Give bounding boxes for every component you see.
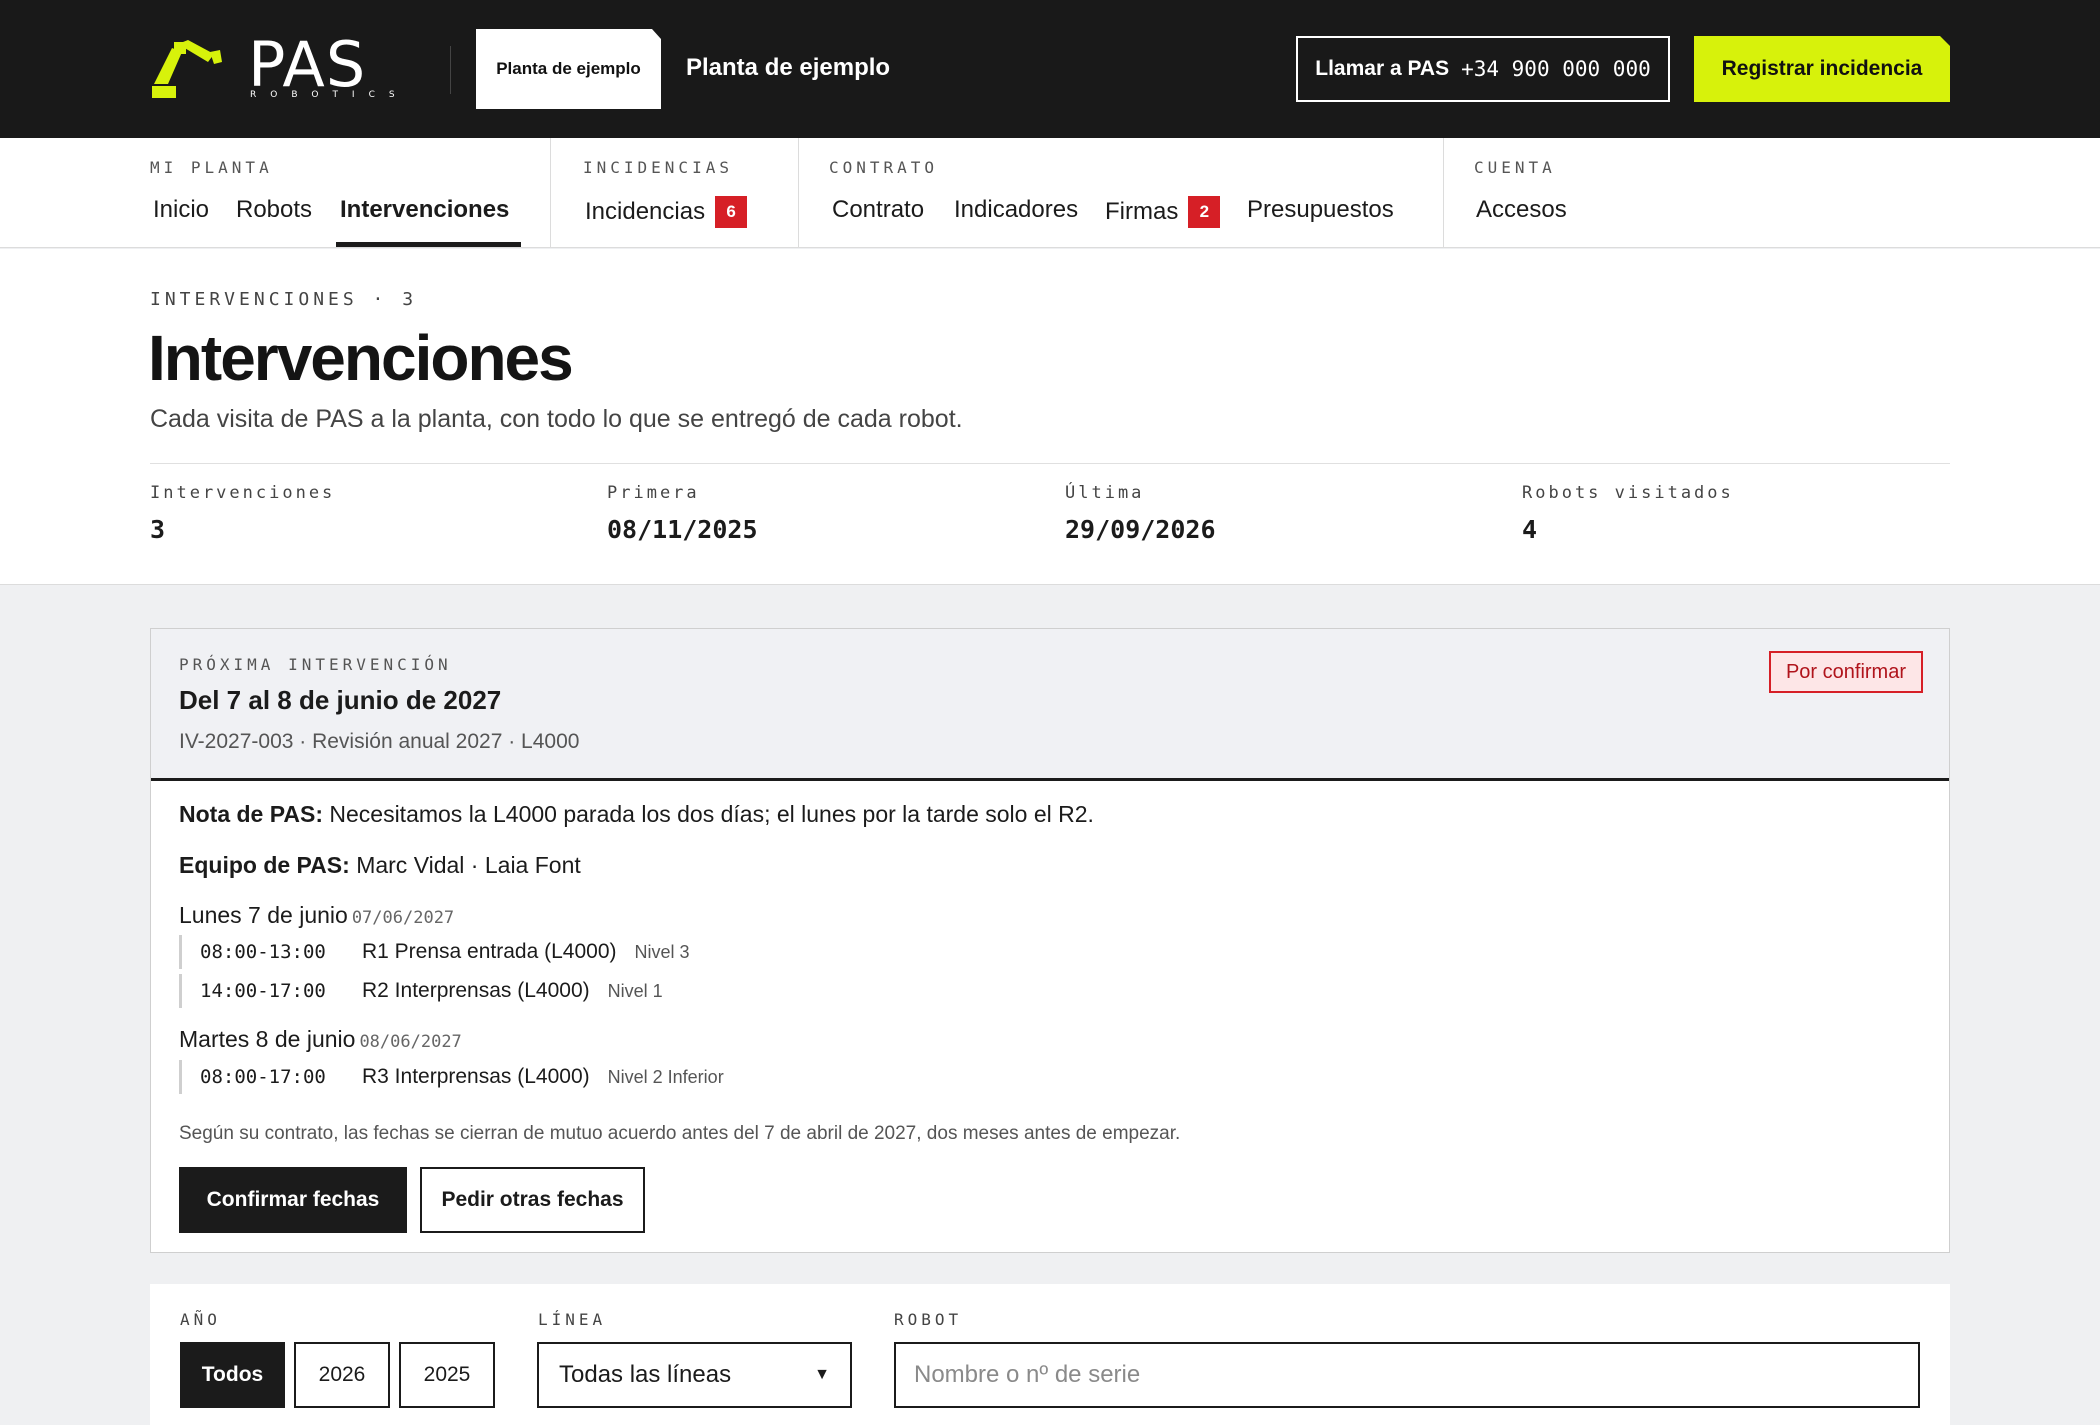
stat-value: 08/11/2025 — [607, 515, 758, 544]
nav-item-firmas[interactable]: Firmas 2 — [1105, 196, 1221, 228]
schedule-slot: 08:00-17:00 R3 Interprensas (L4000) Nive… — [179, 1060, 724, 1094]
filters-bar: AÑO Todos 2026 2025 LÍNEA Todas las líne… — [150, 1284, 1950, 1425]
nav-item-label: Firmas — [1105, 198, 1179, 225]
nav-item-label: Incidencias — [585, 198, 706, 225]
divider — [150, 463, 1950, 464]
stat-label: Última — [1065, 483, 1145, 503]
slot-level: Nivel 2 Inferior — [607, 1066, 724, 1087]
stat-label: Intervenciones — [150, 483, 336, 503]
logo-subtext: ROBOTICS — [250, 90, 409, 100]
nav-item-indicadores[interactable]: Indicadores — [954, 196, 1078, 224]
nav-group-mi-planta: MI PLANTA Inicio Robots Intervenciones — [0, 138, 550, 248]
next-intervention-card: PRÓXIMA INTERVENCIÓN Del 7 al 8 de junio… — [150, 628, 1950, 1253]
slot-time: 08:00-17:00 — [200, 1066, 326, 1088]
main-navigation: MI PLANTA Inicio Robots Intervenciones I… — [0, 138, 2100, 248]
nav-item-accesos[interactable]: Accesos — [1476, 196, 1567, 224]
nav-item-contrato[interactable]: Contrato — [832, 196, 924, 224]
card-header: PRÓXIMA INTERVENCIÓN Del 7 al 8 de junio… — [151, 629, 1949, 781]
call-pas-button[interactable]: Llamar a PAS +34 900 000 000 — [1296, 36, 1670, 102]
page-header: INTERVENCIONES · 3 Intervenciones Cada v… — [0, 249, 2100, 585]
stat-value: 4 — [1522, 515, 1538, 544]
schedule-slot: 14:00-17:00 R2 Interprensas (L4000) Nive… — [179, 974, 663, 1008]
year-filter-todos[interactable]: Todos — [180, 1342, 285, 1408]
nav-group-incidencias: INCIDENCIAS Incidencias 6 — [551, 138, 798, 248]
slot-time: 08:00-13:00 — [200, 941, 326, 963]
contract-note: Según su contrato, las fechas se cierran… — [179, 1123, 1181, 1144]
nav-item-inicio[interactable]: Inicio — [153, 196, 209, 224]
pas-robotics-logo[interactable]: PAS ROBOTICS — [148, 28, 409, 104]
day-heading: Lunes 7 de junio 07/06/2027 — [179, 902, 454, 929]
team-label: Equipo de PAS: — [179, 852, 350, 878]
plant-selector-tag[interactable]: Planta de ejemplo — [476, 29, 661, 109]
slot-robot: R2 Interprensas (L4000) — [362, 979, 590, 1002]
stat-intervenciones: Intervenciones 3 — [150, 483, 335, 544]
slot-time: 14:00-17:00 — [200, 980, 326, 1002]
request-other-dates-button[interactable]: Pedir otras fechas — [420, 1167, 645, 1233]
nav-group-label: INCIDENCIAS — [583, 158, 733, 177]
register-incident-button[interactable]: Registrar incidencia — [1694, 36, 1950, 102]
page-title: Intervenciones — [148, 322, 574, 394]
incidencias-count-badge: 6 — [715, 196, 748, 228]
call-number: +34 900 000 000 — [1461, 57, 1651, 81]
note-text: Necesitamos la L4000 parada los dos días… — [329, 801, 1094, 827]
year-filter-2025[interactable]: 2025 — [399, 1342, 495, 1408]
top-bar: PAS ROBOTICS Planta de ejemplo Planta de… — [0, 0, 2100, 138]
call-label: Llamar a PAS — [1315, 57, 1450, 80]
year-filter-2026[interactable]: 2026 — [294, 1342, 390, 1408]
nav-group-contrato: CONTRATO Contrato Indicadores Firmas 2 Pr… — [799, 138, 1443, 248]
schedule-slot: 08:00-13:00 R1 Prensa entrada (L4000) Ni… — [179, 935, 690, 969]
slot-level: Nivel 3 — [634, 941, 690, 962]
line-filter-label: LÍNEA — [538, 1310, 607, 1329]
pas-team: Equipo de PAS: Marc Vidal · Laia Font — [179, 852, 581, 879]
stat-primera: Primera 08/11/2025 — [607, 483, 758, 544]
slot-level: Nivel 1 — [607, 980, 663, 1001]
line-select-value: Todas las líneas — [559, 1361, 732, 1388]
stat-label: Primera — [607, 483, 700, 503]
stat-value: 29/09/2026 — [1065, 515, 1216, 544]
nav-item-presupuestos[interactable]: Presupuestos — [1247, 196, 1394, 224]
robot-arm-icon — [152, 40, 222, 98]
chevron-down-icon: ▼ — [814, 1366, 830, 1383]
firmas-count-badge: 2 — [1188, 196, 1221, 228]
divider — [450, 46, 451, 94]
active-tab-indicator — [336, 242, 521, 247]
nav-item-intervenciones[interactable]: Intervenciones — [340, 196, 509, 224]
nav-group-label: CONTRATO — [829, 158, 939, 177]
nav-item-incidencias[interactable]: Incidencias 6 — [585, 196, 748, 228]
note-label: Nota de PAS: — [179, 801, 323, 827]
stat-value: 3 — [150, 515, 166, 544]
day-title: Lunes 7 de junio — [179, 902, 348, 928]
robot-filter-label: ROBOT — [894, 1310, 963, 1329]
stat-label: Robots visitados — [1522, 483, 1734, 503]
day-heading: Martes 8 de junio 08/06/2027 — [179, 1026, 462, 1053]
slot-robot: R1 Prensa entrada (L4000) — [362, 940, 617, 963]
pas-note: Nota de PAS: Necesitamos la L4000 parada… — [179, 801, 1094, 828]
stat-ultima: Última 29/09/2026 — [1065, 483, 1216, 544]
page-subtitle: Cada visita de PAS a la planta, con todo… — [150, 405, 963, 433]
card-eyebrow: PRÓXIMA INTERVENCIÓN — [179, 655, 452, 674]
intervention-title: Del 7 al 8 de junio de 2027 — [179, 685, 502, 715]
intervention-meta: IV-2027-003 · Revisión anual 2027 · L400… — [179, 730, 580, 753]
robot-search-input[interactable] — [894, 1342, 1920, 1408]
nav-group-label: MI PLANTA — [150, 158, 273, 177]
nav-item-robots[interactable]: Robots — [236, 196, 312, 224]
plant-name: Planta de ejemplo — [686, 54, 891, 81]
line-select[interactable]: Todas las líneas ▼ — [537, 1342, 852, 1408]
nav-group-label: CUENTA — [1474, 158, 1556, 177]
year-filter-label: AÑO — [180, 1310, 221, 1329]
team-text: Marc Vidal · Laia Font — [356, 852, 581, 878]
nav-group-cuenta: CUENTA Accesos — [1444, 138, 1744, 248]
day-title: Martes 8 de junio — [179, 1026, 356, 1052]
page-eyebrow: INTERVENCIONES · 3 — [150, 289, 418, 310]
confirm-dates-button[interactable]: Confirmar fechas — [179, 1167, 407, 1233]
slot-robot: R3 Interprensas (L4000) — [362, 1065, 590, 1088]
day-date: 07/06/2027 — [351, 908, 455, 928]
status-badge: Por confirmar — [1768, 651, 1923, 693]
day-date: 08/06/2027 — [359, 1032, 462, 1052]
stat-robots-visitados: Robots visitados 4 — [1522, 483, 1734, 544]
